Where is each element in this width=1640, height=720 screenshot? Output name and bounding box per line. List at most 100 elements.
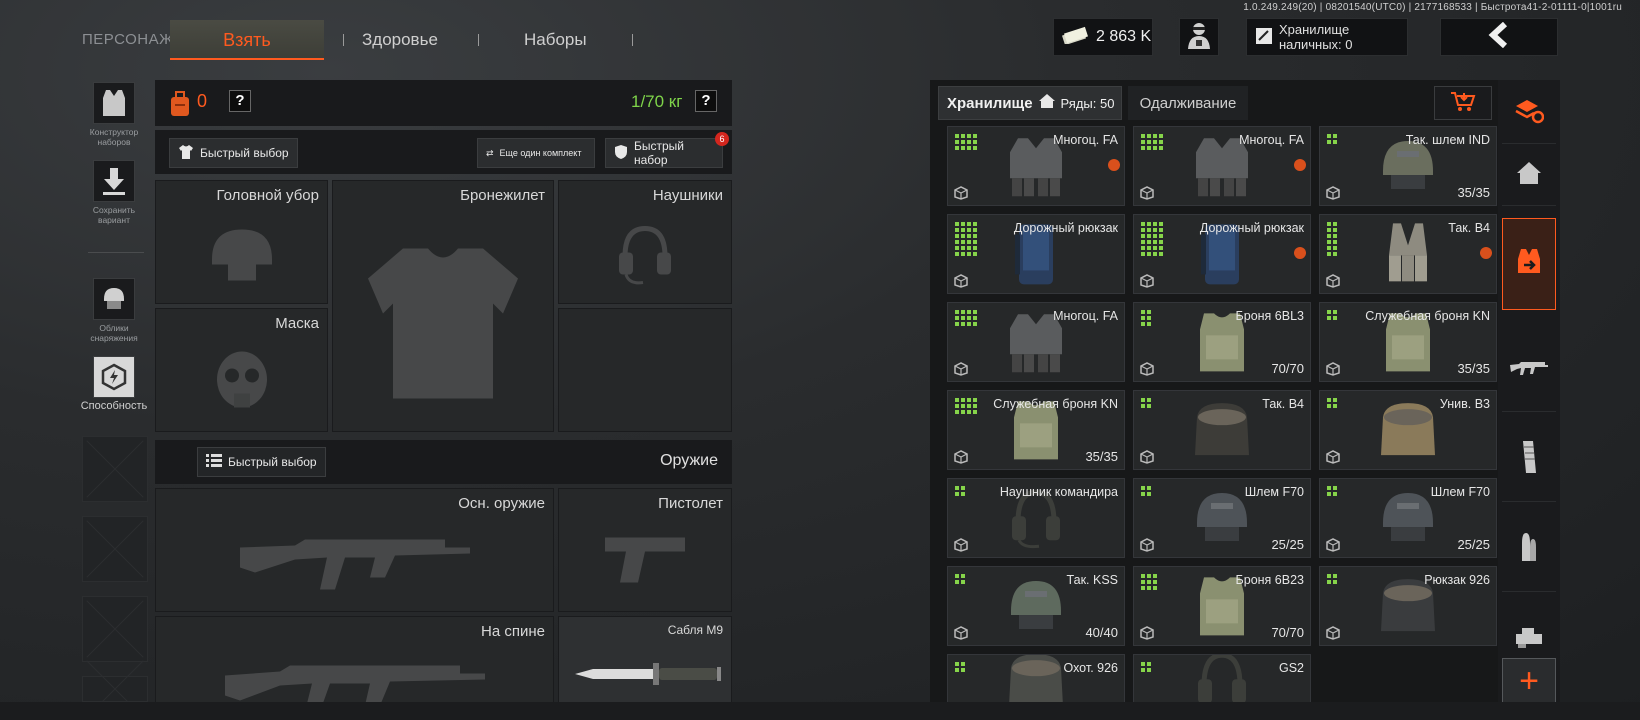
rifle-silhouette-icon — [220, 646, 490, 705]
tab-storage[interactable]: Хранилище Ряды: 50 — [938, 86, 1122, 120]
bag-item-icon — [1003, 655, 1069, 707]
quick-select-button[interactable]: Быстрый выбор — [169, 138, 298, 168]
category-gear-swap[interactable] — [1502, 218, 1556, 310]
slot-headphones[interactable]: Наушники — [558, 180, 732, 304]
gear-skins-button[interactable]: Облики снаряжения — [78, 278, 150, 343]
helmet-item-icon — [1377, 489, 1439, 552]
kit-constructor-button[interactable]: Конструктор наборов — [78, 82, 150, 147]
item-size-grid — [955, 222, 977, 256]
storage-item-card[interactable]: Наушник командира — [947, 478, 1125, 558]
home-icon — [1038, 94, 1055, 112]
cash-storage[interactable]: Хранилище наличных: 0 — [1246, 18, 1408, 56]
rifle-silhouette-icon — [235, 517, 475, 602]
another-set-button[interactable]: ⇄ Еще один комплект — [477, 138, 595, 168]
slot-back-weapon[interactable]: На спине — [155, 616, 554, 706]
tab-sets[interactable]: Наборы — [524, 20, 587, 60]
broken-icon — [1140, 450, 1154, 464]
mod-tag-icon — [1480, 247, 1492, 259]
slot-body-armor-label: Бронежилет — [460, 187, 545, 204]
help-button[interactable]: ? — [229, 90, 251, 112]
slot-back-weapon-label: На спине — [481, 623, 545, 640]
back-button[interactable] — [1440, 18, 1558, 56]
slot-primary-weapon[interactable]: Осн. оружие — [155, 488, 554, 612]
download-icon — [93, 160, 135, 202]
loadout-status-bar: 0 ? 1/70 кг ? — [155, 80, 732, 126]
storage-item-card[interactable]: Так. шлем IND 35/35 — [1319, 126, 1497, 206]
storage-item-card[interactable]: Так. KSS 40/40 — [947, 566, 1125, 646]
item-name: Так. B4 — [1448, 221, 1490, 235]
ammo-icon — [1518, 531, 1540, 568]
tab-persona[interactable]: ПЕРСОНАЖ — [82, 20, 173, 60]
item-name: GS2 — [1278, 661, 1304, 675]
item-size-grid — [1141, 398, 1151, 408]
soldier-avatar-icon — [1185, 20, 1213, 55]
empty-rail-slot[interactable] — [82, 676, 148, 702]
item-size-grid — [955, 662, 965, 672]
rifle-icon — [1509, 357, 1549, 382]
storage-item-card[interactable]: Шлем F70 25/25 — [1319, 478, 1497, 558]
item-name: Броня 6B23 — [1235, 573, 1304, 587]
tab-borrow[interactable]: Одалживание — [1128, 86, 1248, 120]
helmet-silhouette-icon — [202, 224, 282, 289]
cart-button[interactable] — [1434, 86, 1492, 120]
storage-item-card[interactable]: Броня 6B23 70/70 — [1133, 566, 1311, 646]
weapon-quick-select-button[interactable]: Быстрый выбор — [197, 447, 326, 477]
list-icon — [206, 453, 222, 471]
storage-item-card[interactable]: Шлем F70 25/25 — [1133, 478, 1311, 558]
storage-item-card[interactable]: Дорожный рюкзак — [1133, 214, 1311, 294]
swap-icon: ⇄ — [486, 147, 494, 158]
category-magazine[interactable] — [1502, 418, 1556, 502]
item-name: Многоц. FA — [1239, 133, 1304, 147]
slot-melee[interactable]: Сабля M9 — [558, 616, 732, 706]
weight-help-button[interactable]: ? — [695, 90, 717, 112]
save-variant-button[interactable]: Сохранить вариант — [78, 160, 150, 225]
storage-item-card[interactable]: Так. B4 — [1319, 214, 1497, 294]
storage-item-card[interactable]: Дорожный рюкзак — [947, 214, 1125, 294]
category-rifle[interactable] — [1502, 328, 1556, 412]
tab-take[interactable]: Взять — [170, 20, 324, 60]
chevron-left-icon — [1487, 21, 1511, 53]
shirt-icon — [178, 144, 194, 163]
empty-rail-slot[interactable] — [82, 516, 148, 582]
cash-icon — [1255, 27, 1273, 48]
category-stack-refresh[interactable] — [1502, 84, 1556, 144]
box-icon — [954, 626, 968, 640]
quick-set-button[interactable]: Быстрый набор — [605, 138, 723, 168]
ability-button[interactable]: Способность — [78, 356, 150, 412]
storage-item-card[interactable]: Многоц. FA — [1133, 126, 1311, 206]
item-size-grid — [1327, 310, 1337, 320]
box-icon — [954, 450, 968, 464]
storage-item-card[interactable]: Многоц. FA — [947, 126, 1125, 206]
money-display[interactable]: 2 863 K — [1053, 18, 1153, 56]
tab-health[interactable]: Здоровье — [362, 20, 438, 60]
item-durability: 35/35 — [1457, 361, 1490, 376]
empty-rail-slot[interactable] — [82, 596, 148, 662]
storage-item-card[interactable]: Служебная броня KN 35/35 — [1319, 302, 1497, 382]
category-home[interactable] — [1502, 146, 1556, 206]
box-icon — [1140, 186, 1154, 200]
bayonet-knife-icon — [573, 657, 723, 696]
box-icon — [954, 274, 968, 288]
storage-item-card[interactable]: Служебная броня KN 35/35 — [947, 390, 1125, 470]
add-button[interactable]: + — [1502, 658, 1556, 704]
storage-item-card[interactable]: Унив. B3 — [1319, 390, 1497, 470]
storage-item-card[interactable]: Охот. 926 — [947, 654, 1125, 708]
storage-item-card[interactable]: Многоц. FA — [947, 302, 1125, 382]
slot-pistol[interactable]: Пистолет — [558, 488, 732, 612]
box-icon — [1326, 626, 1340, 640]
quick-select-bar: Быстрый выбор ⇄ Еще один комплект Быстры… — [155, 130, 732, 174]
slot-headwear[interactable]: Головной убор — [155, 180, 328, 304]
slot-body-armor[interactable]: Бронежилет — [332, 180, 554, 432]
profile-avatar[interactable] — [1179, 18, 1219, 56]
storage-item-card[interactable]: Так. B4 — [1133, 390, 1311, 470]
pistol-silhouette-icon — [600, 527, 690, 592]
empty-rail-slot[interactable] — [82, 436, 148, 502]
shield-icon — [614, 144, 628, 163]
category-ammo[interactable] — [1502, 508, 1556, 592]
save-variant-label: Сохранить вариант — [92, 205, 136, 225]
storage-item-card[interactable]: Броня 6BL3 70/70 — [1133, 302, 1311, 382]
slot-mask[interactable]: Маска — [155, 308, 328, 432]
storage-item-card[interactable]: Рюкзак 926 — [1319, 566, 1497, 646]
slot-empty-gear[interactable] — [558, 308, 732, 432]
storage-item-card[interactable]: GS2 — [1133, 654, 1311, 708]
